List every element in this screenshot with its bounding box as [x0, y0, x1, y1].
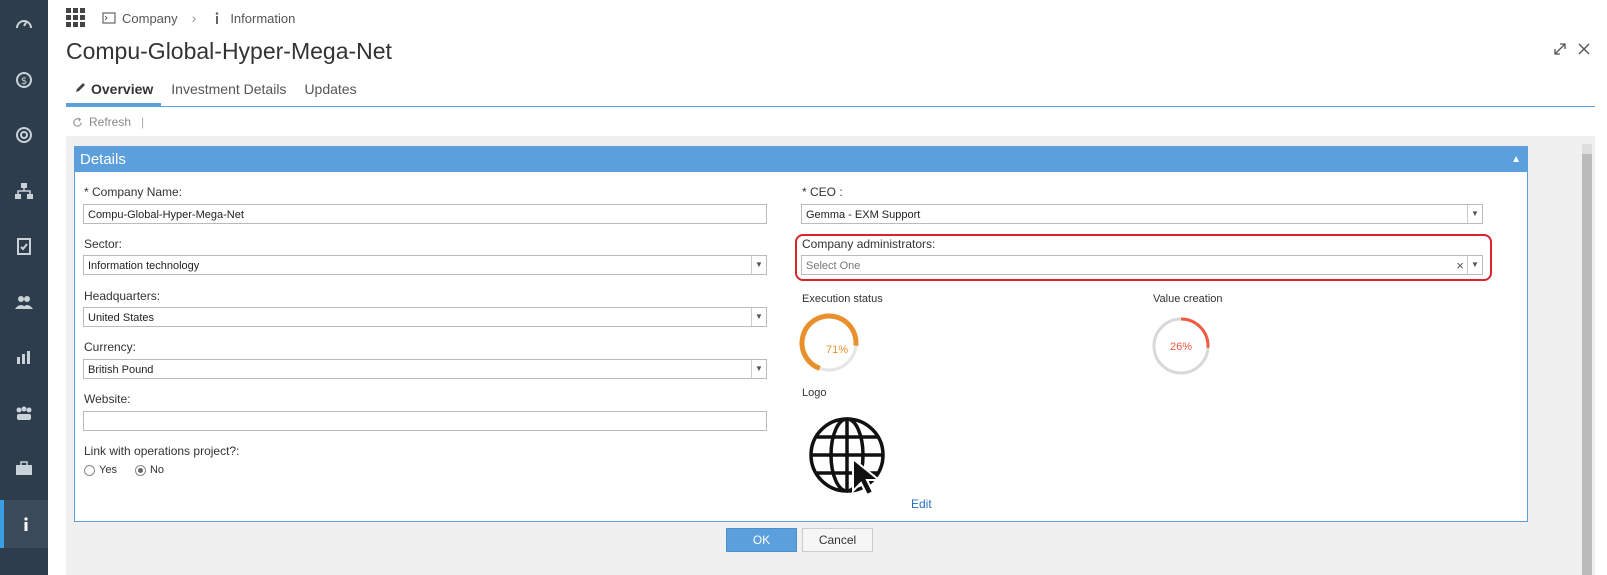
radio-no-label: No: [149, 464, 165, 476]
execution-status-label: Execution status: [802, 293, 883, 305]
tab-label: Overview: [91, 81, 154, 97]
sidebar-item-targets[interactable]: [0, 111, 48, 159]
chevron-down-icon[interactable]: ▼: [751, 256, 766, 274]
currency-select[interactable]: British Pound ▼: [83, 359, 767, 379]
sidebar-item-tasks[interactable]: [0, 222, 48, 270]
headquarters-select[interactable]: United States ▼: [83, 307, 767, 327]
panel-header: Details ▲: [75, 147, 1527, 172]
page-title: Compu-Global-Hyper-Mega-Net: [66, 38, 392, 64]
app-grid-icon[interactable]: [66, 8, 86, 28]
radio-no[interactable]: [134, 464, 146, 476]
chevron-down-icon[interactable]: ▼: [1467, 256, 1482, 274]
execution-status-gauge: 71%: [799, 313, 859, 372]
breadcrumb: Company › Information: [66, 6, 295, 30]
sector-select[interactable]: Information technology ▼: [83, 255, 767, 275]
breadcrumb-item-company[interactable]: Company: [102, 11, 178, 26]
sidebar: $: [0, 0, 48, 575]
radio-yes[interactable]: [84, 464, 95, 476]
globe-cursor-icon: [809, 417, 885, 497]
company-icon: [102, 12, 116, 24]
collapse-icon[interactable]: ▲: [1511, 147, 1521, 172]
tab-overview[interactable]: Overview: [66, 76, 162, 106]
breadcrumb-label: Company: [122, 10, 178, 26]
info-icon: [24, 517, 28, 531]
refresh-icon: [73, 116, 82, 127]
scrollbar-thumb[interactable]: [1582, 154, 1592, 575]
sidebar-item-people[interactable]: [0, 278, 48, 326]
target-icon: [16, 127, 32, 143]
dollar-cycle-icon: $: [16, 72, 32, 88]
value-creation-gauge: 26%: [1152, 317, 1210, 375]
clear-icon[interactable]: ×: [1456, 256, 1464, 276]
website-input[interactable]: [83, 411, 767, 431]
toolbar-separator: |: [141, 115, 145, 129]
admins-select[interactable]: Select One × ▼: [801, 255, 1483, 275]
cancel-button[interactable]: Cancel: [802, 528, 873, 552]
link-ops-label: Link with operations project?:: [84, 444, 240, 458]
company-name-input[interactable]: Compu-Global-Hyper-Mega-Net: [83, 204, 767, 224]
ceo-select[interactable]: Gemma - EXM Support ▼: [801, 204, 1483, 224]
headquarters-label: Headquarters:: [84, 289, 161, 303]
expand-icon[interactable]: [1553, 42, 1567, 56]
speedometer-icon: [16, 20, 32, 29]
bar-chart-icon: [17, 351, 30, 364]
users-icon: [15, 296, 33, 309]
ceo-value: Gemma - EXM Support: [806, 209, 921, 221]
sidebar-item-dashboard[interactable]: [0, 0, 48, 48]
execution-status-value: 71%: [826, 344, 848, 356]
refresh-label: Refresh: [89, 115, 132, 129]
window-controls: [1553, 42, 1591, 56]
breadcrumb-item-information: Information: [210, 11, 295, 26]
briefcase-icon: [16, 461, 32, 475]
vertical-scrollbar[interactable]: [1582, 144, 1592, 575]
currency-label: Currency:: [84, 340, 137, 354]
company-name-label: * Company Name:: [84, 185, 183, 199]
sidebar-item-team[interactable]: [0, 389, 48, 437]
chevron-down-icon[interactable]: ▼: [751, 360, 766, 378]
chevron-right-icon: ›: [191, 10, 197, 26]
clipboard-check-icon: [17, 238, 31, 255]
ceo-label: * CEO :: [802, 185, 843, 199]
value-creation-value: 26%: [1170, 341, 1192, 353]
sidebar-item-information[interactable]: [0, 500, 48, 548]
logo-edit-link[interactable]: Edit: [911, 497, 932, 511]
sidebar-item-finance[interactable]: $: [0, 56, 48, 104]
chevron-down-icon[interactable]: ▼: [1467, 205, 1482, 223]
panel-title: Details: [80, 151, 126, 168]
svg-text:$: $: [21, 76, 27, 87]
team-icon: [16, 406, 32, 420]
radio-yes-label: Yes: [99, 464, 117, 476]
refresh-button[interactable]: Refresh: [72, 115, 131, 129]
admins-placeholder: Select One: [806, 260, 861, 272]
value-creation-label: Value creation: [1153, 293, 1223, 305]
sidebar-item-org[interactable]: [0, 167, 48, 215]
tab-investment-details[interactable]: Investment Details: [163, 76, 294, 106]
toolbar: Refresh |: [66, 108, 1595, 137]
logo-label: Logo: [802, 387, 827, 399]
sidebar-item-analytics[interactable]: [0, 333, 48, 381]
chevron-down-icon[interactable]: ▼: [751, 308, 766, 326]
tab-bar: Overview Investment Details Updates: [66, 76, 1595, 107]
link-ops-radio-group: Yes No: [84, 464, 164, 476]
website-label: Website:: [84, 392, 131, 406]
sector-label: Sector:: [84, 237, 123, 251]
tab-updates[interactable]: Updates: [296, 76, 364, 106]
content-area: Details ▲ * Company Name: Compu-Global-H…: [66, 136, 1595, 575]
details-panel: Details ▲ * Company Name: Compu-Global-H…: [74, 146, 1528, 522]
sector-value: Information technology: [88, 260, 200, 272]
ok-button[interactable]: OK: [726, 528, 797, 552]
breadcrumb-label: Information: [230, 10, 296, 26]
info-icon: [216, 12, 219, 24]
org-chart-icon: [15, 183, 33, 199]
close-icon[interactable]: [1577, 42, 1591, 56]
headquarters-value: United States: [88, 312, 155, 324]
admins-label: Company administrators:: [802, 237, 936, 251]
sidebar-item-portfolio[interactable]: [0, 444, 48, 492]
pencil-icon: [76, 83, 85, 92]
currency-value: British Pound: [88, 364, 154, 376]
